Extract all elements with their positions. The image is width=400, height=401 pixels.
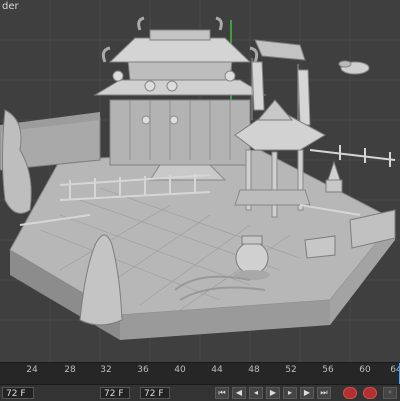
keyframe-options-button[interactable]: ◦ (383, 387, 397, 399)
end-frame-field[interactable]: 72 F (140, 387, 170, 399)
prev-frame-button[interactable]: ◂ (249, 387, 263, 399)
play-button[interactable]: ▶ (266, 387, 280, 399)
tick-label: 56 (322, 365, 334, 375)
tick-label: 48 (248, 365, 260, 375)
prev-key-button[interactable]: ◀ (232, 387, 246, 399)
tick-label: 28 (64, 365, 76, 375)
start-frame-field[interactable]: 72 F (100, 387, 130, 399)
tick-label: 52 (285, 365, 297, 375)
small-planter[interactable] (304, 235, 336, 259)
next-key-button[interactable]: ▶ (300, 387, 314, 399)
autokey-button[interactable] (363, 387, 377, 399)
main-temple[interactable] (93, 16, 267, 181)
loose-props[interactable] (338, 60, 370, 75)
tick-label: 40 (174, 365, 186, 375)
current-frame-field[interactable]: 72 F (2, 387, 34, 399)
go-to-start-button[interactable]: ⏮ (215, 387, 229, 399)
roof-tile-piece[interactable] (254, 39, 306, 61)
timeline-ruler[interactable]: 24 28 32 36 40 44 48 52 56 60 64 (0, 362, 400, 385)
next-frame-button[interactable]: ▸ (283, 387, 297, 399)
tick-label: 60 (359, 365, 371, 375)
tick-label: 44 (211, 365, 223, 375)
transport-bar: 72 F 72 F 72 F ⏮ ◀ ◂ ▶ ▸ ▶ ⏭ ◦ (0, 384, 400, 401)
tick-label: 24 (26, 365, 38, 375)
scene-render (0, 0, 400, 362)
tick-label: 36 (137, 365, 149, 375)
record-button[interactable] (343, 387, 357, 399)
statue[interactable] (325, 160, 343, 193)
go-to-end-button[interactable]: ⏭ (317, 387, 331, 399)
tick-label: 32 (100, 365, 112, 375)
3d-viewport[interactable]: der (0, 0, 400, 362)
